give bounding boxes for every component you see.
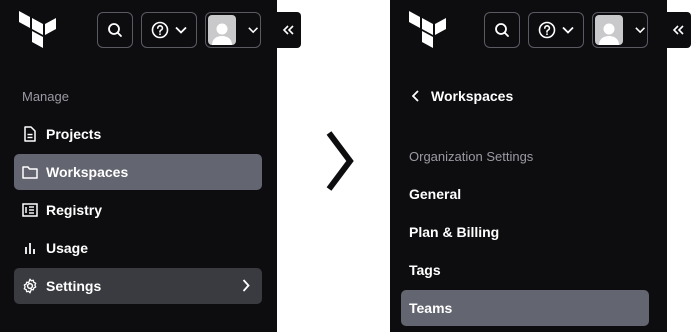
nav-item-label: Workspaces (46, 164, 129, 180)
bar-chart-icon (22, 240, 38, 256)
nav-item-projects[interactable]: Projects (14, 116, 262, 152)
user-menu-button[interactable] (592, 12, 648, 48)
nav-item-label: Settings (46, 278, 102, 294)
nav-item-tags[interactable]: Tags (401, 252, 649, 288)
nav-item-label: Plan & Billing (409, 224, 500, 240)
registry-icon (22, 202, 38, 218)
section-label-organization-settings: Organization Settings (409, 149, 534, 164)
terraform-logo-icon[interactable] (409, 11, 447, 51)
transition-arrow-icon (326, 131, 354, 191)
terraform-logo-icon[interactable] (19, 11, 57, 51)
back-to-workspaces-link[interactable]: Workspaces (412, 86, 513, 106)
double-chevron-left-icon (673, 25, 684, 35)
back-link-label: Workspaces (431, 88, 514, 104)
nav-item-label: General (409, 186, 462, 202)
nav-item-general[interactable]: General (401, 176, 649, 212)
chevron-down-icon (634, 27, 645, 34)
nav-item-registry[interactable]: Registry (14, 192, 262, 228)
help-icon (538, 21, 556, 39)
nav-item-workspaces[interactable]: Workspaces (14, 154, 262, 190)
search-icon (108, 23, 122, 37)
help-icon (151, 21, 169, 39)
nav-item-settings[interactable]: Settings (14, 268, 262, 304)
double-chevron-left-icon (283, 25, 294, 35)
chevron-down-icon (175, 26, 187, 34)
nav-item-usage[interactable]: Usage (14, 230, 262, 266)
nav-item-label: Teams (409, 300, 453, 316)
help-menu-button[interactable] (141, 12, 197, 48)
collapse-sidebar-button[interactable] (667, 12, 691, 48)
section-label-manage: Manage (22, 89, 69, 104)
chevron-left-icon (412, 90, 419, 102)
search-icon (495, 23, 509, 37)
chevron-down-icon (562, 26, 574, 34)
nav-item-label: Usage (46, 240, 89, 256)
user-icon (598, 23, 619, 45)
nav-item-label: Tags (409, 262, 441, 278)
avatar (595, 15, 623, 45)
sidebar-main: Manage Projects Workspaces Registry Usag… (0, 0, 277, 332)
chevron-down-icon (247, 27, 258, 34)
gear-icon (22, 278, 38, 294)
nav-item-teams[interactable]: Teams (401, 290, 649, 326)
sidebar-settings: Workspaces Organization Settings General… (390, 0, 667, 332)
search-button[interactable] (97, 12, 133, 48)
user-menu-button[interactable] (205, 12, 261, 48)
user-icon (211, 23, 232, 45)
nav-item-label: Registry (46, 202, 103, 218)
search-button[interactable] (484, 12, 520, 48)
chevron-right-icon (242, 279, 250, 292)
document-icon (22, 126, 38, 142)
folder-icon (22, 164, 38, 180)
collapse-sidebar-button[interactable] (277, 12, 301, 48)
avatar (208, 15, 236, 45)
nav-item-label: Projects (46, 126, 102, 142)
nav-item-plan-billing[interactable]: Plan & Billing (401, 214, 649, 250)
help-menu-button[interactable] (528, 12, 584, 48)
